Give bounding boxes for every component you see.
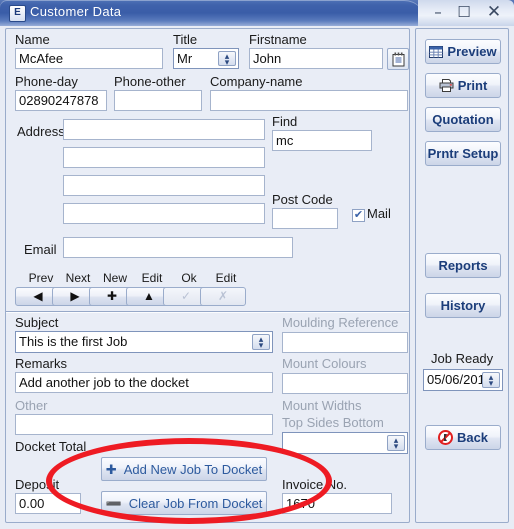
firstname-label: Firstname [249, 32, 307, 47]
window-title: Customer Data [30, 4, 122, 19]
section-divider [6, 311, 409, 313]
minus-icon: ➖ [105, 495, 122, 511]
firstname-input[interactable]: John [249, 48, 383, 69]
invoice-no-label: Invoice No. [282, 477, 348, 492]
address-line3-input[interactable] [63, 175, 265, 196]
remarks-input[interactable]: Add another job to the docket [15, 372, 273, 393]
title-combo[interactable]: Mr ▴ ▾ [173, 48, 239, 69]
email-input[interactable] [63, 237, 293, 258]
remarks-label: Remarks [15, 356, 68, 371]
deposit-input[interactable]: 0.00 [15, 493, 81, 514]
quotation-button[interactable]: Quotation [425, 107, 501, 132]
edit-cancel-button[interactable]: ✗ [200, 287, 246, 306]
subject-combo-value: This is the first Job [19, 334, 128, 349]
moulding-reference-label: Moulding Reference [282, 315, 399, 330]
phone-day-input[interactable]: 02890247878 [15, 90, 107, 111]
title-combo-spinner[interactable]: ▴ ▾ [218, 51, 236, 66]
invoice-no-input[interactable]: 1670 [282, 493, 392, 514]
phone-other-label: Phone-other [114, 74, 186, 89]
phone-day-label: Phone-day [15, 74, 78, 89]
name-input[interactable]: McAfee [15, 48, 163, 69]
address-line1-input[interactable] [63, 119, 265, 140]
job-ready-label: Job Ready [431, 351, 494, 366]
other-label: Other [15, 398, 48, 413]
address-label: Address [17, 124, 65, 139]
address-line4-input[interactable] [63, 203, 265, 224]
address-line2-input[interactable] [63, 147, 265, 168]
mount-widths-combo[interactable]: ▴ ▾ [282, 432, 408, 454]
find-input[interactable]: mc [272, 130, 372, 151]
history-button[interactable]: History [425, 293, 501, 318]
mount-widths-sublabel: Top Sides Bottom [282, 415, 384, 430]
mail-checkbox[interactable]: ✔ [352, 209, 365, 222]
title-bar: E Customer Data – ☐ ✕ [0, 0, 514, 26]
maximize-button[interactable]: ☐ [454, 3, 474, 22]
main-form-panel: Name McAfee Title Mr ▴ ▾ Firstname John P… [5, 28, 410, 523]
moulding-reference-input[interactable] [282, 332, 408, 353]
mount-widths-spinner[interactable]: ▴ ▾ [387, 435, 405, 451]
back-label: Back [456, 430, 489, 445]
reports-label: Reports [438, 258, 488, 273]
add-new-job-to-docket-button[interactable]: ✚ Add New Job To Docket [101, 457, 267, 481]
deposit-label: Deposit [15, 477, 60, 492]
company-name-input[interactable] [210, 90, 408, 111]
printer-setup-button[interactable]: Prntr Setup [425, 141, 501, 166]
reports-button[interactable]: Reports [425, 253, 501, 278]
clear-job-from-docket-button[interactable]: ➖ Clear Job From Docket [101, 491, 267, 515]
back-button[interactable]: Back [425, 425, 501, 450]
printer-setup-label: Prntr Setup [427, 146, 499, 161]
add-new-job-to-docket-label: Add New Job To Docket [123, 461, 263, 477]
edit-cancel-label: Edit [215, 271, 237, 285]
print-label: Print [457, 78, 488, 93]
email-label: Email [24, 242, 57, 257]
name-label: Name [15, 32, 50, 47]
print-button[interactable]: Print [425, 73, 501, 98]
customer-data-window: E Customer Data – ☐ ✕ Name McAfee Title … [0, 0, 514, 529]
mount-widths-label: Mount Widths [282, 398, 362, 413]
other-input[interactable] [15, 414, 273, 435]
mount-colours-label: Mount Colours [282, 356, 367, 371]
find-label: Find [272, 114, 298, 129]
actions-side-panel: Preview Print Quotation Prntr Setup Repo… [415, 28, 509, 523]
company-name-label: Company-name [210, 74, 303, 89]
printer-icon [439, 79, 454, 92]
history-label: History [440, 298, 486, 313]
title-label: Title [173, 32, 198, 47]
post-code-label: Post Code [272, 192, 333, 207]
subject-combo-spinner[interactable]: ▴ ▾ [252, 334, 270, 350]
no-entry-icon [437, 430, 453, 445]
subject-combo[interactable]: This is the first Job ▴ ▾ [15, 331, 273, 353]
minimize-button[interactable]: – [428, 3, 448, 22]
preview-button[interactable]: Preview [425, 39, 501, 64]
post-code-input[interactable] [272, 208, 338, 229]
grid-preview-icon [429, 45, 444, 58]
docket-total-label: Docket Total [15, 439, 87, 454]
job-ready-spinner[interactable]: ▴ ▾ [482, 372, 500, 388]
notepad-icon[interactable] [387, 48, 409, 70]
mail-label: Mail [367, 206, 391, 221]
job-ready-date-field[interactable]: 05/06/2011 ▴ ▾ [423, 369, 503, 391]
plus-icon: ✚ [105, 461, 117, 477]
title-combo-value: Mr [177, 51, 193, 66]
close-button[interactable]: ✕ [484, 3, 504, 22]
preview-label: Preview [447, 44, 497, 59]
subject-label: Subject [15, 315, 59, 330]
clear-job-from-docket-label: Clear Job From Docket [128, 495, 263, 511]
app-icon: E [9, 5, 26, 22]
phone-other-input[interactable] [114, 90, 202, 111]
mount-colours-input[interactable] [282, 373, 408, 394]
quotation-label: Quotation [432, 112, 494, 127]
